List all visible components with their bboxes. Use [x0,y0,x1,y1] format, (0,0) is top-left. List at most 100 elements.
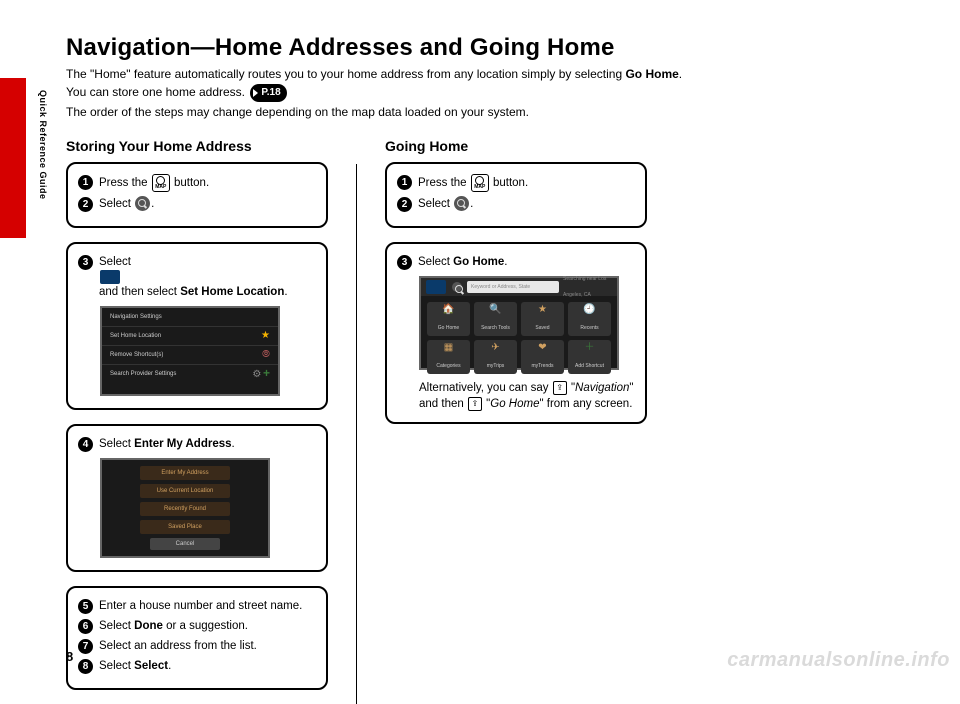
ss-row-1: Set Home Location [110,328,161,344]
s8-text-c: . [168,660,171,672]
step-4: 4 Select Enter My Address. [78,436,316,452]
bullet-3: 3 [78,255,93,270]
talk-icon: ⇪ [468,397,482,411]
bullet-2: 2 [78,197,93,212]
s7-text: Select an address from the list. [99,638,316,654]
s8-bold: Select [134,660,168,672]
ss-b-item-0: Enter My Address [140,466,230,480]
plus-icon: + [263,366,270,380]
triangle-icon [253,89,258,97]
gh-s3-a: Select [418,256,453,268]
gh-s1-b: button. [490,177,528,189]
intro-line1-c: . [679,67,682,81]
storing-box-4: 5 Enter a house number and street name. … [66,586,328,690]
s6-bold: Done [134,620,163,632]
page-title: Navigation—Home Addresses and Going Home [66,34,916,62]
heading-storing: Storing Your Home Address [66,138,328,154]
bullet-5: 5 [78,599,93,614]
ss-search-field: Keyword or Address, State [467,281,559,293]
bullet-4: 4 [78,437,93,452]
watermark: carmanualsonline.info [727,649,950,672]
gh-step-3: 3 Select Go Home. [397,254,635,270]
gh-s2-b: . [470,198,473,210]
step-7: 7 Select an address from the list. [78,638,316,654]
s5-text: Enter a house number and street name. [99,598,316,614]
s4-bold: Enter My Address [134,438,231,450]
tile-recents: 🕘Recents [568,302,611,336]
gh-bullet-2: 2 [397,197,412,212]
ss-row-2: Remove Shortcut(s) [110,347,163,363]
page-ref-text: P.18 [261,85,280,101]
map-button-icon: MAP [471,174,489,192]
intro-block: The "Home" feature automatically routes … [66,66,916,120]
going-box-1: 1 Press the MAP button. 2 Select . [385,162,647,228]
gh-step-2: 2 Select . [397,196,635,212]
ss-row-0: Navigation Settings [110,309,162,325]
s2-text-a: Select [99,198,134,210]
gh-s1-a: Press the [418,177,470,189]
s6-text-a: Select [99,620,134,632]
s3-bold: Set Home Location [180,286,284,298]
s8-text-a: Select [99,660,134,672]
intro-line3: The order of the steps may change depend… [66,104,916,120]
tile-categories: ▦Categories [427,340,470,374]
tile-add-shortcut: ＋Add Shortcut [568,340,611,374]
hamburger-icon [426,280,446,294]
map-button-icon: MAP [152,174,170,192]
tile-go-home: 🏠Go Home [427,302,470,336]
s2-text-b: . [151,198,154,210]
page-content: Navigation—Home Addresses and Going Home… [66,34,916,704]
ss-b-item-2: Recently Found [140,502,230,516]
search-icon [135,196,150,211]
talk-icon: ⇪ [553,381,567,395]
ss-row-3: Search Provider Settings [110,366,176,382]
step-8: 8 Select Select. [78,658,316,674]
page-number: 8 [66,649,73,664]
bullet-1: 1 [78,175,93,190]
step-3: 3 Select and then select Set Home Locati… [78,254,316,300]
heading-going-home: Going Home [385,138,647,154]
intro-line1-a: The "Home" feature automatically routes … [66,67,625,81]
s1-text-b: button. [171,177,209,189]
tile-mytrips: ✈myTrips [474,340,517,374]
storing-box-2: 3 Select and then select Set Home Locati… [66,242,328,410]
screenshot-nav-settings: Navigation Settings Set Home Location ★ R… [100,306,280,396]
intro-line1-bold: Go Home [625,67,678,81]
gh-bullet-3: 3 [397,255,412,270]
alternative-voice-note: Alternatively, you can say ⇪ "Navigation… [419,380,635,412]
tile-search-tools: 🔍Search Tools [474,302,517,336]
s3-text-b: and then select [99,286,180,298]
ss-tile-grid: 🏠Go Home 🔍Search Tools ★Saved 🕘Recents ▦… [421,296,617,372]
storing-box-3: 4 Select Enter My Address. Enter My Addr… [66,424,328,572]
ss-location-label: Searching near Los Angeles, CA [563,271,613,303]
gh-step-1: 1 Press the MAP button. [397,174,635,192]
alt-text-5: " from any screen. [539,398,632,410]
gear-icon: ⚙ [252,369,261,380]
gh-s3-c: . [504,256,507,268]
screenshot-go-home: Keyword or Address, State Searching near… [419,276,619,370]
column-divider [356,164,357,704]
column-storing: Storing Your Home Address 1 Press the MA… [66,138,328,704]
intro-line2: You can store one home address. [66,85,245,99]
gh-s3-bold: Go Home [453,256,504,268]
step-1: 1 Press the MAP button. [78,174,316,192]
alt-text-2: " [568,382,575,394]
gh-bullet-1: 1 [397,175,412,190]
star-icon: ★ [261,328,270,344]
storing-box-1: 1 Press the MAP button. 2 Select . [66,162,328,228]
alt-italic-nav: Navigation [575,382,629,394]
step-2: 2 Select . [78,196,316,212]
going-box-2: 3 Select Go Home. Keyword or Address, St… [385,242,647,424]
hamburger-icon [100,270,120,284]
screenshot-enter-address: Enter My Address Use Current Location Re… [100,458,270,558]
search-icon [454,196,469,211]
s3-text-a: Select [99,256,131,268]
tile-mytrends: ❤myTrends [521,340,564,374]
alt-italic-gohome: Go Home [490,398,539,410]
s4-text-c: . [232,438,235,450]
bullet-6: 6 [78,619,93,634]
step-5: 5 Enter a house number and street name. [78,598,316,614]
side-section-label: Quick Reference Guide [34,90,48,200]
s3-text-d: . [284,286,287,298]
ss-b-item-3: Saved Place [140,520,230,534]
